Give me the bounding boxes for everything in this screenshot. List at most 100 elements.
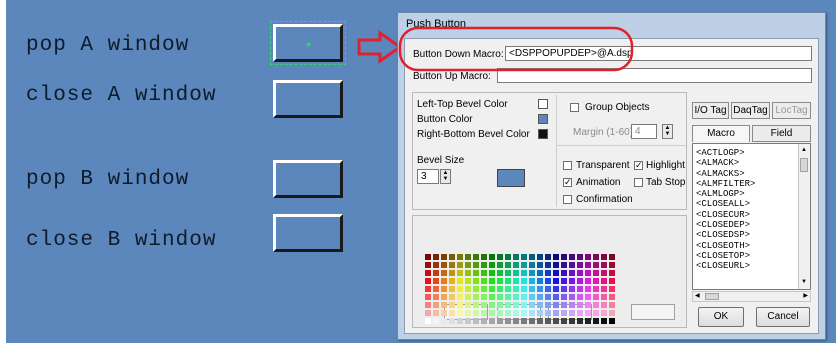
macro-list-item[interactable]: <CLOSETOP>: [693, 251, 799, 261]
bevel-size-spinner-icon[interactable]: ▲ ▼: [440, 169, 451, 184]
palette-swatch[interactable]: [473, 318, 479, 324]
palette-swatch[interactable]: [489, 318, 495, 324]
palette-swatch[interactable]: [529, 310, 535, 316]
palette-swatch[interactable]: [481, 254, 487, 260]
palette-swatch[interactable]: [585, 278, 591, 284]
palette-swatch[interactable]: [449, 318, 455, 324]
palette-swatch[interactable]: [569, 310, 575, 316]
palette-swatch[interactable]: [505, 278, 511, 284]
palette-swatch[interactable]: [449, 262, 455, 268]
palette-swatch[interactable]: [441, 262, 447, 268]
palette-swatch[interactable]: [553, 278, 559, 284]
transparent-checkbox[interactable]: [563, 161, 572, 170]
palette-swatch[interactable]: [601, 310, 607, 316]
palette-swatch[interactable]: [425, 286, 431, 292]
palette-swatch[interactable]: [433, 310, 439, 316]
palette-swatch[interactable]: [433, 302, 439, 308]
palette-swatch[interactable]: [449, 302, 455, 308]
palette-swatch[interactable]: [545, 294, 551, 300]
palette-swatch[interactable]: [601, 294, 607, 300]
scroll-left-icon[interactable]: ◀: [695, 292, 700, 301]
palette-swatch[interactable]: [601, 262, 607, 268]
palette-swatch[interactable]: [537, 286, 543, 292]
left-top-bevel-swatch[interactable]: [538, 99, 548, 109]
palette-swatch[interactable]: [473, 286, 479, 292]
palette-swatch[interactable]: [545, 310, 551, 316]
palette-swatch[interactable]: [449, 310, 455, 316]
macro-list-item[interactable]: <CLOSEOTH>: [693, 241, 799, 251]
palette-swatch[interactable]: [601, 318, 607, 324]
palette-swatch[interactable]: [433, 286, 439, 292]
palette-swatch[interactable]: [553, 310, 559, 316]
palette-swatch[interactable]: [553, 286, 559, 292]
palette-swatch[interactable]: [505, 262, 511, 268]
palette-swatch[interactable]: [537, 278, 543, 284]
palette-swatch[interactable]: [609, 278, 615, 284]
palette-swatch[interactable]: [513, 278, 519, 284]
palette-swatch[interactable]: [489, 262, 495, 268]
palette-swatch[interactable]: [497, 254, 503, 260]
margin-spinner-icon[interactable]: ▲ ▼: [662, 124, 673, 139]
palette-swatch[interactable]: [545, 262, 551, 268]
palette-swatch[interactable]: [585, 294, 591, 300]
macro-button[interactable]: Macro: [692, 125, 750, 142]
palette-swatch[interactable]: [593, 302, 599, 308]
palette-swatch[interactable]: [553, 270, 559, 276]
palette-swatch[interactable]: [529, 294, 535, 300]
palette-swatch[interactable]: [449, 254, 455, 260]
palette-swatch[interactable]: [585, 302, 591, 308]
hscroll-thumb[interactable]: [705, 293, 719, 300]
palette-swatch[interactable]: [553, 294, 559, 300]
palette-swatch[interactable]: [513, 310, 519, 316]
palette-swatch[interactable]: [457, 270, 463, 276]
palette-swatch[interactable]: [457, 278, 463, 284]
palette-swatch[interactable]: [505, 286, 511, 292]
palette-swatch[interactable]: [497, 294, 503, 300]
palette-swatch[interactable]: [529, 286, 535, 292]
palette-swatch[interactable]: [489, 294, 495, 300]
palette-swatch[interactable]: [449, 278, 455, 284]
palette-swatch[interactable]: [545, 270, 551, 276]
palette-swatch[interactable]: [457, 302, 463, 308]
macro-list-item[interactable]: <ALMACK>: [693, 158, 799, 168]
palette-swatch[interactable]: [521, 294, 527, 300]
palette-swatch[interactable]: [561, 270, 567, 276]
palette-swatch[interactable]: [601, 254, 607, 260]
macro-list-item[interactable]: <CLOSECUR>: [693, 210, 799, 220]
palette-swatch[interactable]: [465, 262, 471, 268]
palette-swatch[interactable]: [585, 286, 591, 292]
palette-swatch[interactable]: [457, 254, 463, 260]
palette-swatch[interactable]: [441, 310, 447, 316]
palette-swatch[interactable]: [489, 310, 495, 316]
palette-swatch[interactable]: [545, 254, 551, 260]
macro-list-item[interactable]: <CLOSEDEP>: [693, 220, 799, 230]
palette-swatch[interactable]: [593, 286, 599, 292]
right-bottom-bevel-swatch[interactable]: [538, 129, 548, 139]
palette-swatch[interactable]: [569, 302, 575, 308]
palette-swatch[interactable]: [505, 294, 511, 300]
palette-swatch[interactable]: [465, 278, 471, 284]
palette-swatch[interactable]: [601, 278, 607, 284]
palette-swatch[interactable]: [441, 294, 447, 300]
palette-swatch[interactable]: [577, 278, 583, 284]
palette-swatch[interactable]: [529, 318, 535, 324]
palette-swatch[interactable]: [489, 270, 495, 276]
palette-swatch[interactable]: [497, 278, 503, 284]
palette-swatch[interactable]: [577, 318, 583, 324]
palette-swatch[interactable]: [489, 286, 495, 292]
macro-list-item[interactable]: <CLOSEURL>: [693, 261, 799, 271]
palette-swatch[interactable]: [569, 286, 575, 292]
palette-swatch[interactable]: [569, 294, 575, 300]
palette-swatch[interactable]: [513, 302, 519, 308]
macro-list-item[interactable]: <ALMFILTER>: [693, 179, 799, 189]
palette-swatch[interactable]: [553, 254, 559, 260]
palette-swatch[interactable]: [473, 294, 479, 300]
palette-swatch[interactable]: [465, 286, 471, 292]
palette-swatch[interactable]: [537, 254, 543, 260]
palette-swatch[interactable]: [561, 318, 567, 324]
palette-swatch[interactable]: [601, 286, 607, 292]
scroll-thumb[interactable]: [800, 158, 808, 172]
field-button[interactable]: Field: [752, 125, 811, 142]
palette-swatch[interactable]: [497, 262, 503, 268]
palette-swatch[interactable]: [521, 318, 527, 324]
